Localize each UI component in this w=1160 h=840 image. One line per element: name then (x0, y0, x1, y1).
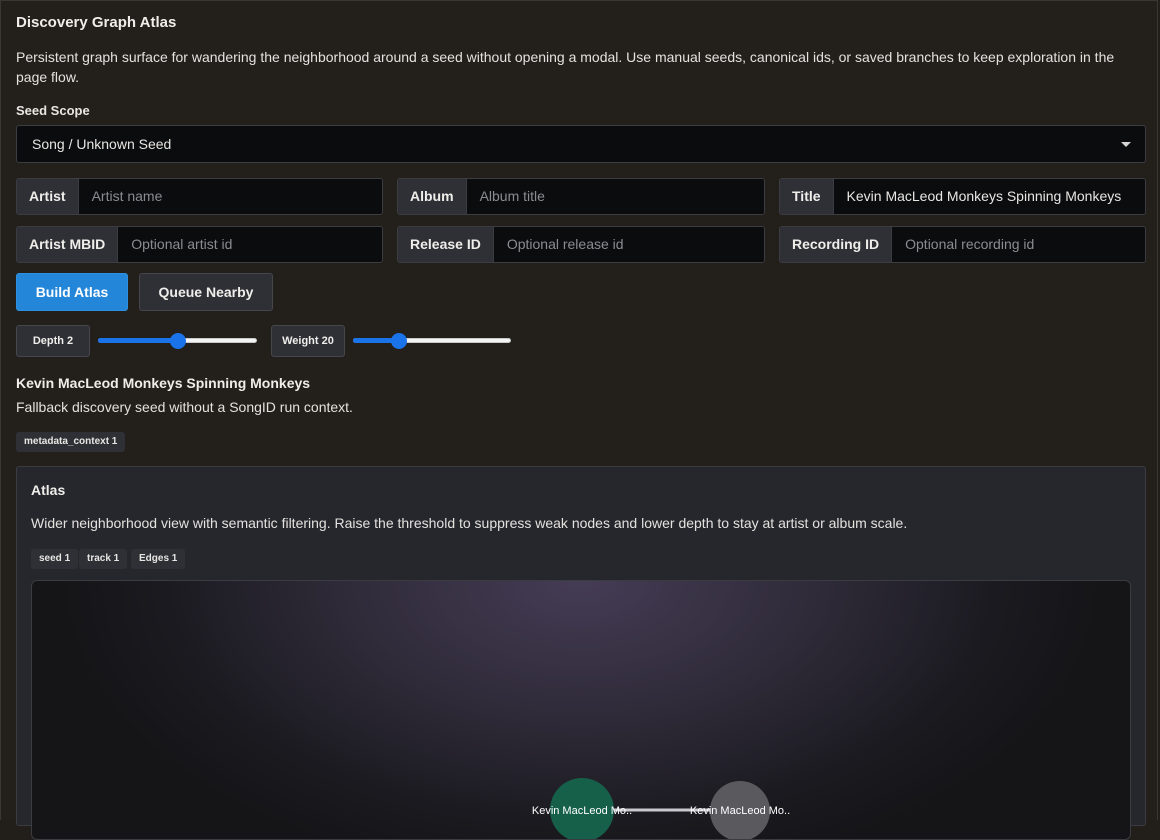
depth-slider[interactable] (98, 333, 257, 349)
recording-id-field-group: Recording ID Optional recording id (779, 226, 1146, 263)
release-id-field-group: Release ID Optional release id (397, 226, 765, 263)
atlas-title: Atlas (31, 482, 66, 498)
weight-label-chip: Weight 20 (271, 325, 345, 357)
title-field-group: Title Kevin MacLeod Monkeys Spinning Mon… (779, 178, 1146, 215)
atlas-tag-track: track 1 (79, 549, 128, 569)
atlas-description: Wider neighborhood view with semantic fi… (31, 515, 908, 531)
discovery-graph-panel: Discovery Graph Atlas Persistent graph s… (0, 0, 1158, 840)
artist-label: Artist (17, 179, 79, 214)
queue-nearby-button[interactable]: Queue Nearby (139, 273, 273, 311)
depth-slider-thumb[interactable] (170, 333, 186, 349)
metadata-context-tag: metadata_context 1 (16, 432, 126, 452)
seed-subtitle: Fallback discovery seed without a SongID… (16, 399, 353, 415)
atlas-graph-canvas[interactable]: Kevin MacLeod Mo.. Kevin MacLeod Mo.. (31, 580, 1131, 840)
recording-id-label: Recording ID (780, 227, 893, 262)
build-atlas-button[interactable]: Build Atlas (16, 273, 128, 311)
atlas-tag-seed: seed 1 (31, 549, 79, 569)
graph-node-seed-label: Kevin MacLeod Mo.. (532, 805, 632, 817)
artist-mbid-label: Artist MBID (17, 227, 119, 262)
page-title: Discovery Graph Atlas (16, 14, 177, 31)
graph-node-track-label: Kevin MacLeod Mo.. (690, 805, 790, 817)
seed-scope-label: Seed Scope (16, 103, 90, 118)
release-id-input[interactable]: Optional release id (493, 227, 764, 262)
artist-mbid-field-group: Artist MBID Optional artist id (16, 226, 383, 263)
artist-field-group: Artist Artist name (16, 178, 383, 215)
release-id-label: Release ID (398, 227, 494, 262)
page-description: Persistent graph surface for wandering t… (16, 49, 1115, 85)
artist-input[interactable]: Artist name (78, 179, 382, 214)
artist-mbid-input[interactable]: Optional artist id (118, 227, 382, 262)
atlas-tag-edges: Edges 1 (131, 549, 186, 569)
chevron-down-icon (1121, 142, 1131, 147)
weight-slider-thumb[interactable] (391, 333, 407, 349)
title-input[interactable]: Kevin MacLeod Monkeys Spinning Monkeys (833, 179, 1145, 214)
atlas-graph-svg: Kevin MacLeod Mo.. Kevin MacLeod Mo.. (532, 778, 790, 839)
album-input[interactable]: Album title (466, 179, 764, 214)
weight-slider[interactable] (353, 333, 511, 349)
seed-scope-select[interactable]: Song / Unknown Seed (16, 125, 1146, 163)
depth-label-chip: Depth 2 (16, 325, 90, 357)
album-label: Album (398, 179, 467, 214)
seed-scope-value: Song / Unknown Seed (32, 136, 172, 152)
depth-slider-fill (98, 338, 178, 343)
atlas-card: Atlas Wider neighborhood view with seman… (16, 466, 1146, 840)
title-label: Title (780, 179, 834, 214)
album-field-group: Album Album title (397, 178, 765, 215)
seed-title: Kevin MacLeod Monkeys Spinning Monkeys (16, 375, 311, 391)
recording-id-input[interactable]: Optional recording id (892, 227, 1145, 262)
